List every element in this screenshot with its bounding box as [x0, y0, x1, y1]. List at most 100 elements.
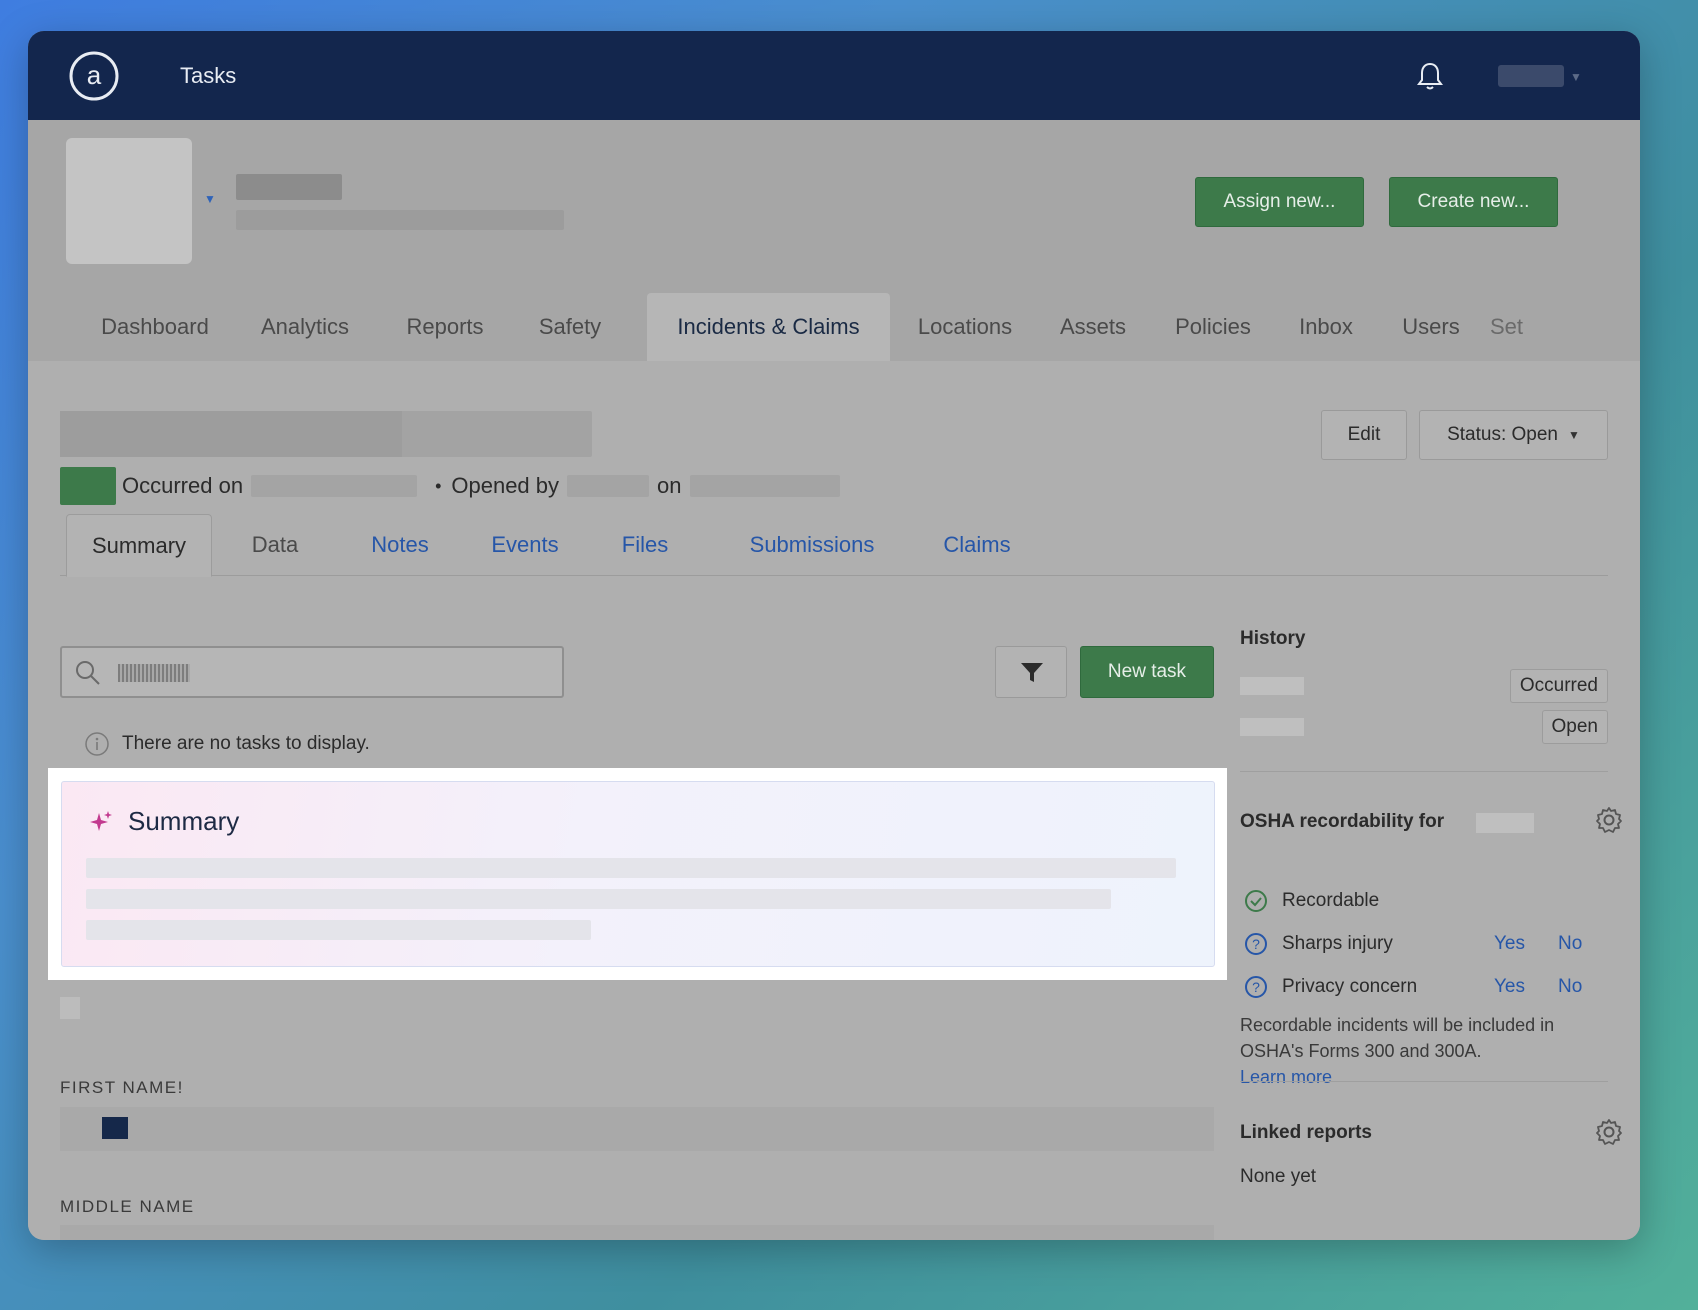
- search-query-placeholder: [118, 664, 190, 682]
- tab-notes[interactable]: Notes: [350, 514, 450, 576]
- empty-tasks-message: There are no tasks to display.: [84, 731, 370, 757]
- ai-summary-card: Summary: [61, 781, 1215, 967]
- org-subtitle-placeholder: [236, 210, 564, 230]
- tab-files[interactable]: Files: [600, 514, 690, 576]
- summary-line-placeholder: [86, 920, 591, 940]
- sharps-no-link[interactable]: No: [1558, 933, 1582, 955]
- tab-dashboard[interactable]: Dashboard: [80, 293, 230, 361]
- org-logo: [66, 138, 192, 264]
- tab-submissions[interactable]: Submissions: [722, 514, 902, 576]
- occurred-date-placeholder: [251, 475, 418, 497]
- checkbox-placeholder[interactable]: [60, 997, 80, 1019]
- tab-events[interactable]: Events: [470, 514, 580, 576]
- main-nav: Dashboard Analytics Reports Safety Incid…: [28, 293, 1640, 361]
- caret-down-icon: ▼: [1568, 428, 1580, 442]
- org-switcher-chevron-icon[interactable]: ▼: [204, 192, 216, 206]
- app-window: a Tasks ▼ ▼ Assign new... Create new... …: [28, 31, 1640, 1240]
- history-row: Open: [1240, 710, 1608, 744]
- history-tag: Occurred: [1509, 669, 1608, 703]
- bell-icon[interactable]: [1416, 61, 1444, 91]
- osha-heading: OSHA recordability for: [1240, 811, 1445, 832]
- status-chip: [60, 467, 116, 505]
- check-circle-icon: [1245, 890, 1267, 912]
- learn-more-link[interactable]: Learn more: [1240, 1067, 1332, 1087]
- history-tag: Open: [1541, 710, 1608, 744]
- status-label: Status: Open: [1447, 424, 1558, 445]
- question-circle-icon: ?: [1245, 976, 1267, 998]
- osha-question-row: ? Privacy concern Yes No: [1240, 973, 1608, 1001]
- search-icon: [76, 661, 100, 685]
- summary-title: Summary: [128, 806, 240, 836]
- separator-dot: •: [435, 475, 442, 496]
- tab-incidents-claims[interactable]: Incidents & Claims: [647, 293, 890, 361]
- summary-line-placeholder: [86, 858, 1176, 878]
- filter-icon: [1021, 663, 1043, 682]
- sparkle-icon: [90, 811, 112, 831]
- opened-by-placeholder: [567, 475, 650, 497]
- svg-text:?: ?: [1252, 979, 1260, 995]
- history-date-placeholder: [1240, 677, 1304, 695]
- top-bar: a Tasks ▼: [28, 31, 1640, 120]
- opened-date-placeholder: [689, 475, 840, 497]
- on-label: on: [657, 473, 682, 498]
- history-date-placeholder: [1240, 718, 1304, 736]
- sharps-injury-label: Sharps injury: [1282, 933, 1393, 954]
- privacy-no-link[interactable]: No: [1558, 976, 1582, 998]
- osha-note-text: Recordable incidents will be included in…: [1240, 1015, 1555, 1061]
- record-tabs: Summary Data Notes Events Files Submissi…: [60, 514, 1608, 577]
- privacy-yes-link[interactable]: Yes: [1494, 976, 1525, 998]
- filter-button[interactable]: [995, 646, 1067, 698]
- first-name-value-placeholder: [102, 1117, 128, 1139]
- privacy-concern-label: Privacy concern: [1282, 976, 1418, 997]
- info-icon: [85, 732, 109, 756]
- linked-reports-heading: Linked reports: [1240, 1122, 1372, 1143]
- app-title: Tasks: [180, 63, 237, 88]
- tab-locations[interactable]: Locations: [900, 293, 1030, 361]
- tab-reports[interactable]: Reports: [380, 293, 510, 361]
- osha-note: Recordable incidents will be included in…: [1240, 1012, 1608, 1090]
- first-name-label: FIRST NAME!: [60, 1078, 184, 1097]
- summary-line-placeholder: [86, 889, 1111, 909]
- tab-claims[interactable]: Claims: [922, 514, 1032, 576]
- osha-settings-gear-icon[interactable]: [1595, 806, 1623, 834]
- org-name-placeholder: [236, 174, 342, 200]
- divider: [1240, 1081, 1608, 1082]
- record-title-placeholder-inner: [60, 411, 402, 457]
- history-row: Occurred: [1240, 669, 1608, 703]
- tab-assets[interactable]: Assets: [1038, 293, 1148, 361]
- osha-question-row: ? Sharps injury Yes No: [1240, 930, 1608, 958]
- osha-location-placeholder: [1476, 813, 1534, 833]
- app-logo-icon[interactable]: a: [68, 50, 120, 102]
- middle-name-field[interactable]: [60, 1225, 1214, 1240]
- tab-safety[interactable]: Safety: [510, 293, 630, 361]
- record-title-placeholder: [60, 411, 592, 457]
- tab-users[interactable]: Users: [1381, 293, 1481, 361]
- middle-name-label: MIDDLE NAME: [60, 1197, 195, 1216]
- edit-button[interactable]: Edit: [1321, 410, 1407, 460]
- new-task-button[interactable]: New task: [1080, 646, 1214, 698]
- svg-text:a: a: [87, 60, 102, 90]
- linked-reports-empty: None yet: [1240, 1166, 1317, 1187]
- assign-new-button[interactable]: Assign new...: [1195, 177, 1364, 227]
- tab-settings[interactable]: Set: [1490, 293, 1550, 361]
- sharps-yes-link[interactable]: Yes: [1494, 933, 1525, 955]
- tab-summary[interactable]: Summary: [66, 514, 212, 577]
- chevron-down-icon[interactable]: ▼: [1570, 70, 1582, 84]
- empty-tasks-text: There are no tasks to display.: [122, 733, 370, 754]
- svg-text:?: ?: [1252, 936, 1260, 952]
- history-heading: History: [1240, 628, 1306, 649]
- status-dropdown[interactable]: Status: Open ▼: [1419, 410, 1608, 460]
- first-name-field[interactable]: [60, 1107, 1214, 1151]
- user-menu[interactable]: [1498, 65, 1564, 87]
- task-search-input[interactable]: [60, 646, 564, 698]
- recordable-label: Recordable: [1282, 890, 1380, 911]
- tab-policies[interactable]: Policies: [1153, 293, 1273, 361]
- occurred-on-label: Occurred on: [122, 473, 244, 498]
- question-circle-icon: ?: [1245, 933, 1267, 955]
- linked-reports-gear-icon[interactable]: [1595, 1118, 1623, 1146]
- record-meta: Occurred on • Opened by on: [60, 467, 848, 505]
- tab-data[interactable]: Data: [220, 514, 330, 576]
- tab-analytics[interactable]: Analytics: [230, 293, 380, 361]
- create-new-button[interactable]: Create new...: [1389, 177, 1558, 227]
- tab-inbox[interactable]: Inbox: [1276, 293, 1376, 361]
